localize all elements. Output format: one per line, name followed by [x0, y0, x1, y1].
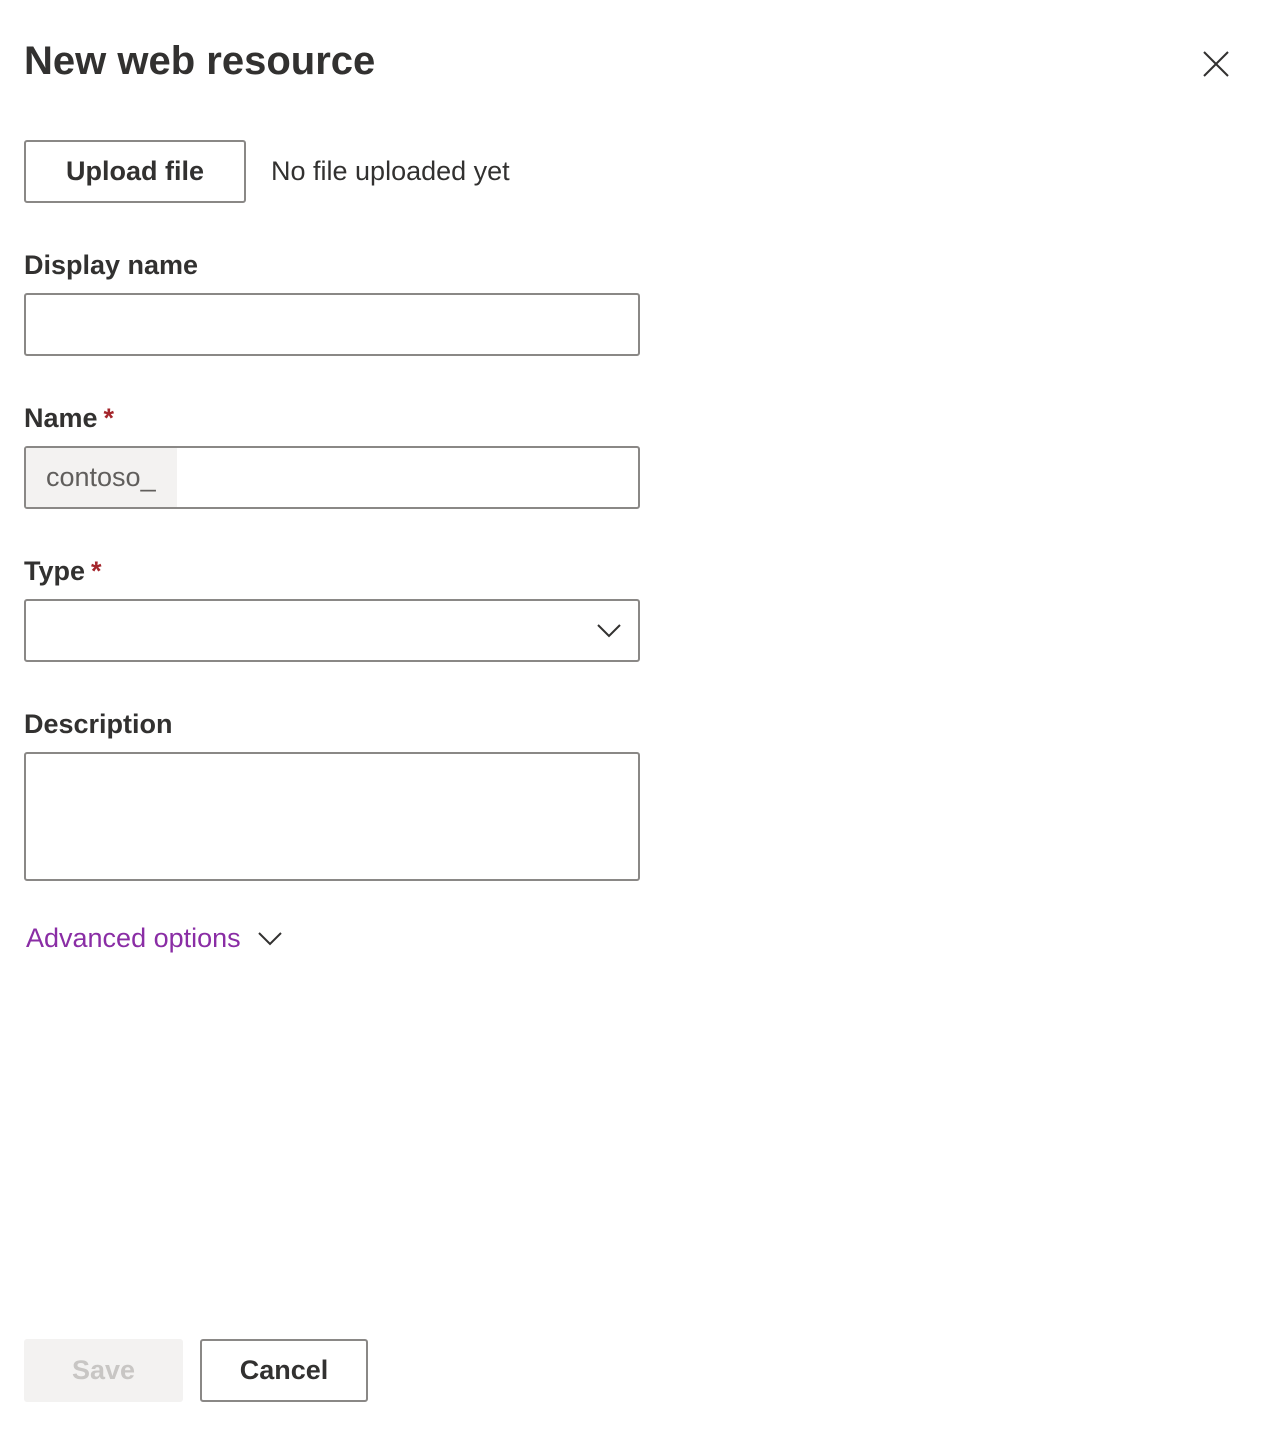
advanced-options-label: Advanced options: [26, 923, 241, 953]
display-name-label: Display name: [24, 248, 198, 282]
name-field: contoso_: [24, 446, 640, 509]
type-required-marker: *: [91, 556, 102, 586]
name-input[interactable]: [177, 448, 638, 507]
display-name-label-text: Display name: [24, 250, 199, 280]
type-label-text: Type: [24, 556, 86, 586]
type-label: Type *: [24, 554, 102, 588]
upload-status-text: No file uploaded yet: [271, 156, 510, 186]
close-button[interactable]: [1192, 40, 1240, 88]
display-name-input[interactable]: [24, 293, 640, 356]
advanced-options-toggle[interactable]: Advanced options: [26, 920, 283, 956]
name-prefix: contoso_: [26, 448, 177, 507]
description-label-text: Description: [24, 709, 173, 739]
upload-file-button[interactable]: Upload file: [24, 140, 246, 203]
type-dropdown[interactable]: [24, 599, 640, 662]
description-textarea[interactable]: [24, 752, 640, 881]
save-button[interactable]: Save: [24, 1339, 183, 1402]
description-label: Description: [24, 707, 173, 741]
panel-title: New web resource: [24, 39, 376, 83]
name-label-text: Name: [24, 403, 98, 433]
name-required-marker: *: [103, 403, 115, 433]
upload-row: Upload file No file uploaded yet: [24, 140, 510, 203]
panel-footer: Save Cancel: [24, 1339, 368, 1402]
chevron-down-icon: [257, 932, 282, 946]
chevron-down-icon: [597, 624, 621, 638]
close-icon: [1203, 51, 1229, 77]
name-label: Name *: [24, 401, 114, 435]
cancel-button[interactable]: Cancel: [200, 1339, 368, 1402]
